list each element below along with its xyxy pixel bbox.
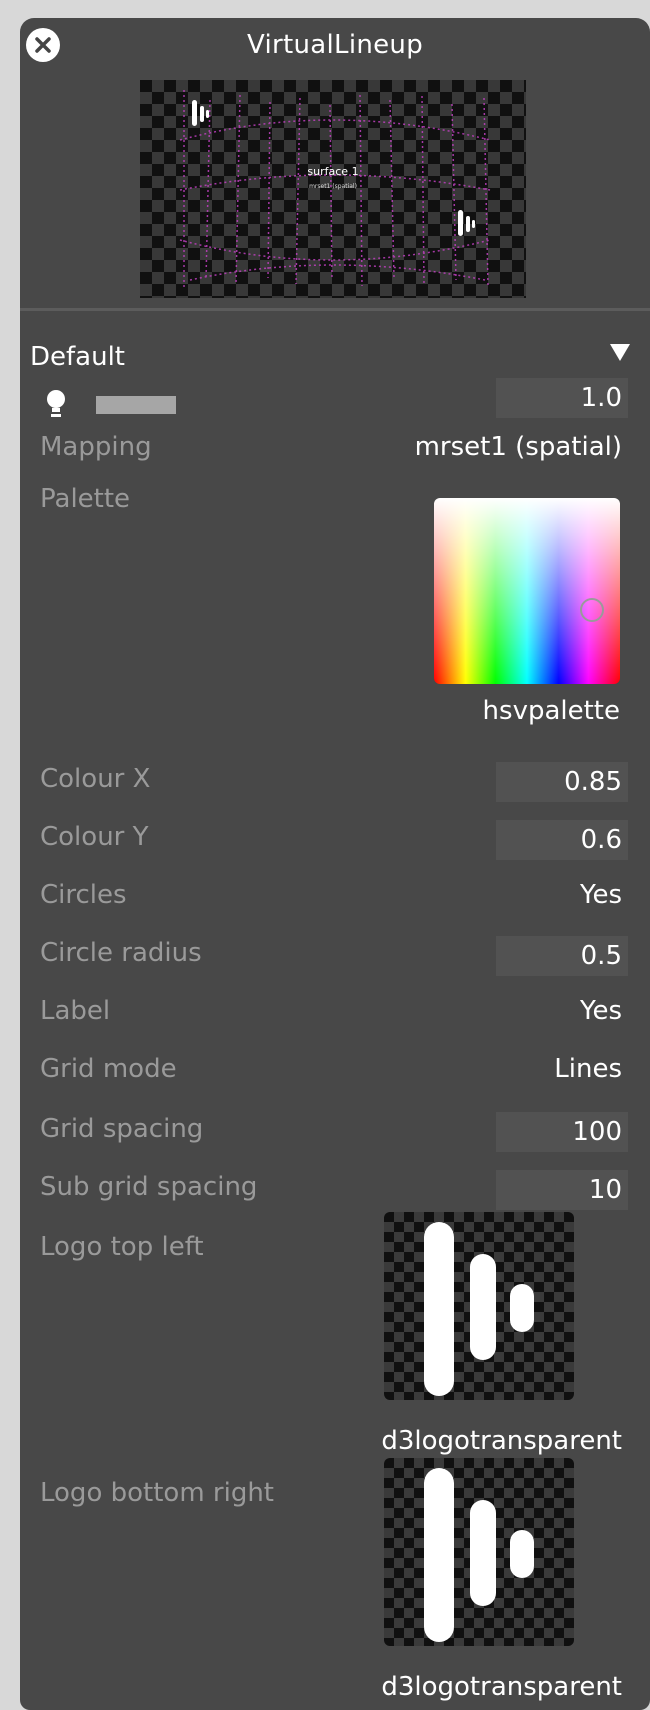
grid-mode-label: Grid mode [40, 1054, 177, 1084]
logo-bottom-right-thumbnail[interactable] [384, 1458, 574, 1646]
preview-label-line2: mrset1 (spatial) [309, 183, 357, 190]
colour-y-field[interactable]: 0.6 [496, 820, 628, 860]
intensity-field[interactable]: 1.0 [496, 378, 628, 418]
lightbulb-icon [44, 388, 68, 424]
triangle-down-icon [610, 344, 630, 361]
logo-bottom-right-label: Logo bottom right [40, 1478, 274, 1508]
palette-label: Palette [40, 484, 131, 514]
palette-resource-name[interactable]: hsvpalette [420, 696, 620, 726]
lineup-preview-graphic: surface 1 mrset1 (spatial) [179, 90, 491, 288]
preview-label-line1: surface 1 [307, 165, 358, 178]
grid-mode-value[interactable]: Lines [480, 1054, 622, 1084]
colour-x-label: Colour X [40, 764, 151, 794]
intensity-slider[interactable] [96, 396, 176, 414]
mapping-label: Mapping [40, 432, 152, 462]
circles-value[interactable]: Yes [480, 880, 622, 910]
grid-spacing-label: Grid spacing [40, 1114, 204, 1144]
preset-dropdown[interactable]: Default [20, 318, 650, 372]
circle-radius-field[interactable]: 0.5 [496, 936, 628, 976]
colour-y-label: Colour Y [40, 822, 149, 852]
grid-spacing-field[interactable]: 100 [496, 1112, 628, 1152]
header-divider [20, 308, 650, 311]
window-title: VirtualLineup [246, 30, 424, 60]
label-toggle-value[interactable]: Yes [480, 996, 622, 1026]
label-toggle-label: Label [40, 996, 111, 1026]
sub-grid-spacing-label: Sub grid spacing [40, 1172, 258, 1202]
palette-marker[interactable] [580, 597, 605, 622]
preset-selected-label: Default [30, 342, 125, 372]
colour-x-field[interactable]: 0.85 [496, 762, 628, 802]
logo-top-left-label: Logo top left [40, 1232, 204, 1262]
title-bar: VirtualLineup [20, 18, 650, 64]
d3-logo-image [424, 1222, 534, 1396]
mapping-value[interactable]: mrset1 (spatial) [350, 432, 622, 462]
lineup-preview[interactable]: surface 1 mrset1 (spatial) [140, 80, 526, 298]
palette-swatch[interactable] [434, 498, 620, 684]
sub-grid-spacing-field[interactable]: 10 [496, 1170, 628, 1210]
d3-logo-image [424, 1468, 534, 1642]
logo-top-left-thumbnail[interactable] [384, 1212, 574, 1400]
logo-top-left-resource[interactable]: d3logotransparent [320, 1426, 622, 1456]
virtual-lineup-panel: VirtualLineup surface 1 mrset1 (spatial)… [20, 18, 650, 1710]
circles-label: Circles [40, 880, 127, 910]
circle-radius-label: Circle radius [40, 938, 202, 968]
logo-bottom-right-resource[interactable]: d3logotransparent [320, 1672, 622, 1702]
